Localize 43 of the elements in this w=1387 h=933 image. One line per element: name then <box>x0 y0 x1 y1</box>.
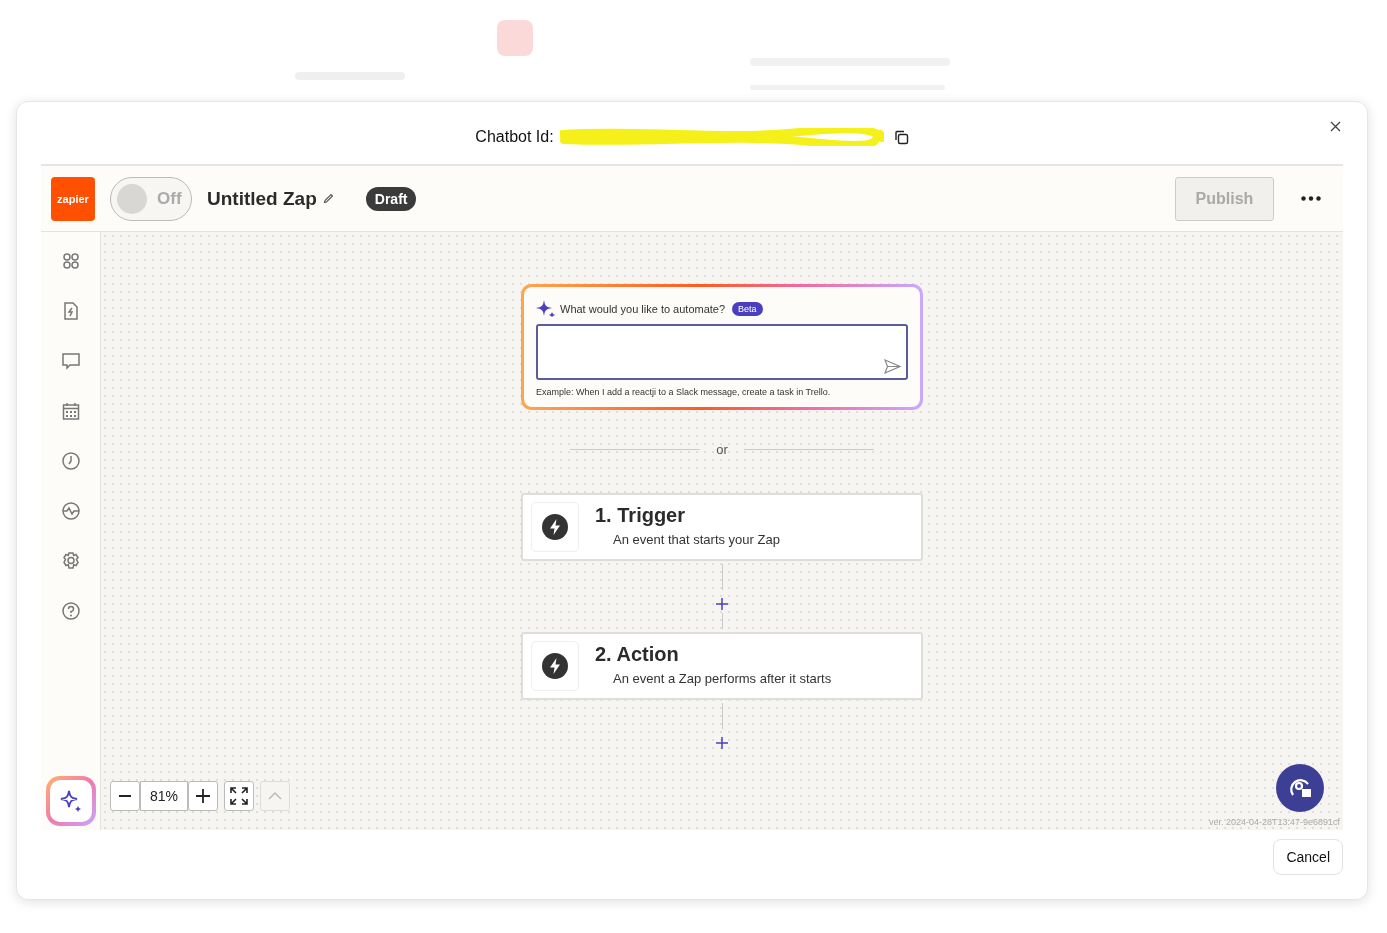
cancel-button[interactable]: Cancel <box>1273 839 1343 875</box>
calendar-icon[interactable] <box>60 401 81 421</box>
copy-icon[interactable] <box>893 129 909 145</box>
chatbot-id-label: Chatbot Id: <box>475 128 554 146</box>
prompt-input-field[interactable] <box>536 324 908 380</box>
step-subtitle: An event a Zap performs after it starts <box>612 670 832 686</box>
support-chat-button[interactable] <box>1276 764 1324 812</box>
plus-icon <box>196 789 210 803</box>
fit-screen-button[interactable] <box>224 781 254 811</box>
send-icon[interactable] <box>884 359 901 374</box>
add-step-icon[interactable] <box>716 737 728 749</box>
apps-icon[interactable] <box>60 251 81 271</box>
zoom-level: 81% <box>140 781 188 811</box>
version-label: ver. 2024-04-28T13:47-9e6891cf <box>1208 817 1340 827</box>
pencil-icon[interactable] <box>322 193 334 204</box>
settings-icon[interactable] <box>60 551 81 571</box>
zap-title[interactable]: Untitled Zap <box>207 187 317 210</box>
step-title: 1. Trigger <box>595 503 687 527</box>
minus-icon <box>119 795 131 797</box>
status-badge: Draft <box>365 186 417 211</box>
or-divider-label: or <box>716 442 728 457</box>
add-step-icon[interactable] <box>716 598 728 610</box>
zoom-in-button[interactable] <box>188 781 218 811</box>
chevron-up-icon <box>268 792 282 800</box>
zoom-out-button[interactable] <box>110 781 140 811</box>
bolt-icon <box>531 502 579 552</box>
step-card[interactable]: 2. Action An event a Zap performs after it starts <box>521 632 923 700</box>
comment-icon[interactable] <box>60 351 81 371</box>
prompt-question: What would you like to automate? <box>560 302 726 315</box>
help-icon[interactable] <box>60 601 81 621</box>
activity-icon[interactable] <box>60 501 81 521</box>
bolt-icon <box>531 641 579 691</box>
step-subtitle: An event that starts your Zap <box>612 531 780 547</box>
expand-arrows-icon <box>229 786 249 806</box>
logo: zapier <box>51 176 95 221</box>
close-icon[interactable] <box>1330 121 1341 132</box>
step-card[interactable]: 1. Trigger An event that starts your Zap <box>521 493 923 561</box>
step-title: 2. Action <box>595 642 680 666</box>
clock-icon[interactable] <box>60 451 81 471</box>
beta-badge: Beta <box>732 301 763 316</box>
more-icon[interactable] <box>1301 196 1321 201</box>
sparkle-icon <box>536 300 555 317</box>
prompt-example-text: Example: When I add a reactji to a Slack message, create a task in Trello. <box>536 387 832 397</box>
